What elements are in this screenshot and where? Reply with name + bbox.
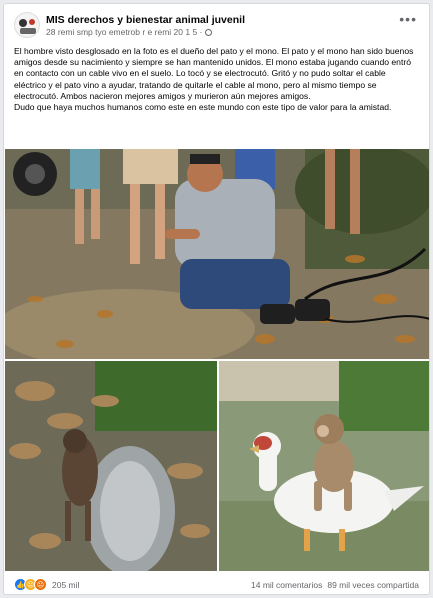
post-text-paragraph: El hombre visto desglosado en la foto es… [14,46,414,101]
shares-count[interactable]: 89 mil veces compartida [327,580,419,590]
globe-icon [205,28,213,36]
post-text-paragraph: Dudo que haya muchos humanos como este e… [14,102,392,113]
post-photo-bottom-left[interactable] [5,361,217,571]
comments-count[interactable]: 14 mil comentarios [251,580,322,590]
post-meta: 28 remi smp tyo emetrob r e remi 20 1 5 … [46,27,213,37]
post-photo-bottom-right[interactable] [219,361,429,571]
post-header: MIS derechos y bienestar animal juvenil … [4,4,429,42]
post-text: El hombre visto desglosado en la foto es… [14,46,418,113]
reactions-summary[interactable]: 👍 ☹ ☹ 205 mil [14,578,79,591]
post-footer: 👍 ☹ ☹ 205 mil 14 mil comentarios 89 mil … [4,574,429,594]
angry-reaction-icon: ☹ [34,578,47,591]
post-stats: 14 mil comentarios 89 mil veces comparti… [251,580,419,590]
reaction-count: 205 mil [52,579,80,590]
more-options-icon[interactable]: ••• [399,12,417,26]
page-name[interactable]: MIS derechos y bienestar animal juvenil [46,14,245,26]
post-photo-main[interactable] [5,149,429,359]
post-timestamp[interactable]: 28 remi smp tyo emetrob r e remi 20 1 5 … [46,27,202,37]
facebook-post-card: MIS derechos y bienestar animal juvenil … [3,3,430,595]
page-avatar[interactable] [14,12,40,38]
